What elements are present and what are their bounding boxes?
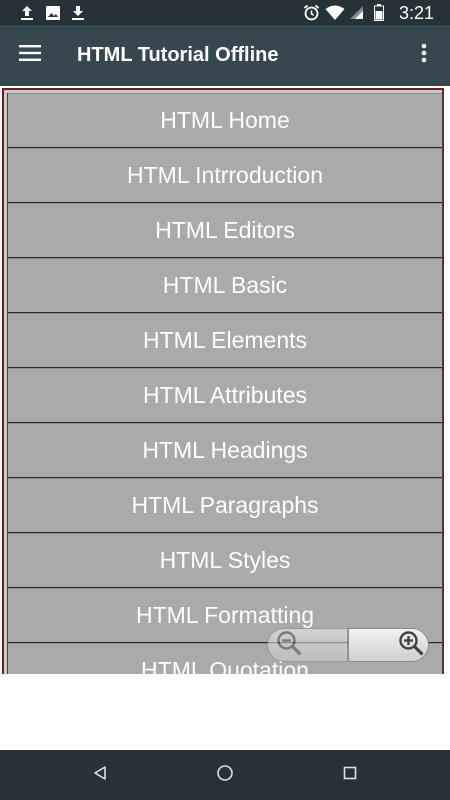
overflow-menu-button[interactable] bbox=[406, 33, 442, 77]
wifi-icon bbox=[324, 4, 346, 21]
zoom-out-icon bbox=[276, 630, 302, 661]
recents-button[interactable] bbox=[334, 759, 366, 791]
menu-item-html-editors[interactable]: HTML Editors bbox=[8, 203, 442, 258]
blank-area bbox=[0, 674, 450, 750]
hamburger-menu-button[interactable] bbox=[8, 33, 52, 77]
menu-item-html-basic[interactable]: HTML Basic bbox=[8, 258, 442, 313]
menu-item-html-paragraphs[interactable]: HTML Paragraphs bbox=[8, 478, 442, 533]
hamburger-menu-icon bbox=[19, 44, 41, 66]
more-vert-icon bbox=[421, 43, 427, 68]
back-button[interactable] bbox=[84, 759, 116, 791]
status-time: 3:21 bbox=[398, 3, 434, 23]
navigation-bar bbox=[0, 750, 450, 800]
download-icon bbox=[69, 4, 87, 21]
menu-item-html-attributes[interactable]: HTML Attributes bbox=[8, 368, 442, 423]
home-circle-icon bbox=[216, 764, 234, 787]
zoom-in-icon bbox=[398, 630, 424, 661]
battery-icon bbox=[373, 4, 385, 21]
recents-square-icon bbox=[342, 765, 358, 786]
status-bar: 3:21 bbox=[0, 0, 450, 25]
menu-item-html-elements[interactable]: HTML Elements bbox=[8, 313, 442, 368]
app-title: HTML Tutorial Offline bbox=[77, 44, 279, 66]
menu-item-html-introduction[interactable]: HTML Intrroduction bbox=[8, 148, 442, 203]
signal-icon bbox=[348, 4, 364, 21]
menu-item-html-headings[interactable]: HTML Headings bbox=[8, 423, 442, 478]
menu-frame: HTML Home HTML Intrroduction HTML Editor… bbox=[2, 88, 444, 674]
image-icon bbox=[44, 4, 62, 21]
menu-item-html-home[interactable]: HTML Home bbox=[8, 93, 442, 148]
upload-icon bbox=[18, 4, 36, 21]
zoom-out-button[interactable] bbox=[267, 628, 348, 662]
zoom-controls bbox=[267, 628, 430, 664]
app-bar: HTML Tutorial Offline bbox=[0, 25, 450, 86]
home-button[interactable] bbox=[209, 759, 241, 791]
zoom-in-button[interactable] bbox=[348, 628, 429, 662]
tutorial-webview[interactable]: HTML Home HTML Intrroduction HTML Editor… bbox=[0, 86, 450, 674]
alarm-icon bbox=[302, 4, 320, 21]
back-triangle-icon bbox=[92, 765, 108, 786]
menu-item-html-styles[interactable]: HTML Styles bbox=[8, 533, 442, 588]
topic-menu-list: HTML Home HTML Intrroduction HTML Editor… bbox=[7, 93, 443, 674]
